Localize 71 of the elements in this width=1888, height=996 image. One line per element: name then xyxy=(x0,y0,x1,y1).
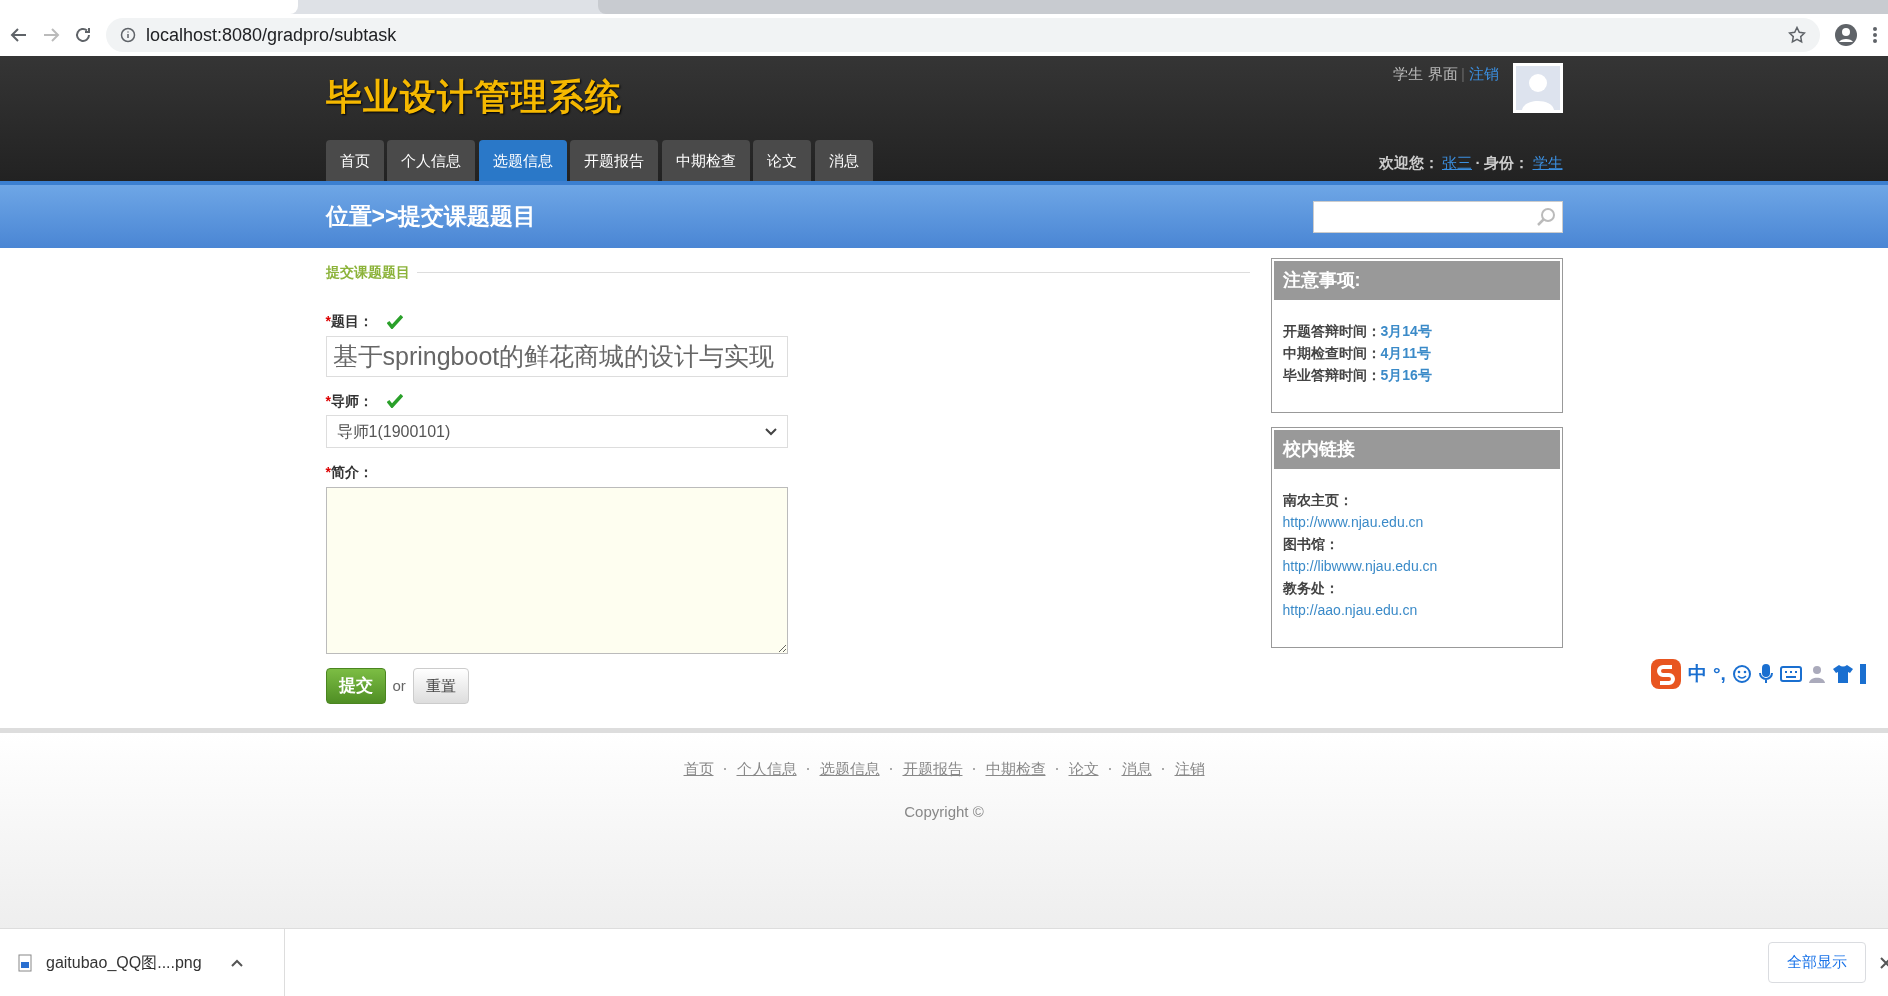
separator: · xyxy=(1475,152,1481,173)
panel-header: 注意事项: xyxy=(1273,261,1560,300)
nav-tab[interactable]: 论文 xyxy=(753,139,811,181)
close-icon[interactable] xyxy=(1880,955,1888,970)
avatar-icon xyxy=(1512,63,1563,113)
date-label: 中期检查时间： xyxy=(1282,345,1381,361)
ime-punctuation-label[interactable]: °, xyxy=(1713,659,1726,689)
microphone-icon[interactable] xyxy=(1757,663,1774,685)
date-value: 4月11号 xyxy=(1380,345,1432,361)
welcome-label: 欢迎您： xyxy=(1378,152,1439,173)
nav-tab[interactable]: 个人信息 xyxy=(387,139,475,181)
school-link[interactable]: http://aao.njau.edu.cn xyxy=(1282,602,1418,618)
date-value: 5月16号 xyxy=(1380,367,1432,383)
nav-tab[interactable]: 中期检查 xyxy=(661,139,750,181)
footer-link[interactable]: 首页 xyxy=(683,757,714,780)
footer-link[interactable]: 选题信息 xyxy=(819,757,880,780)
field-label: *导师： xyxy=(325,391,373,411)
footer-link[interactable]: 个人信息 xyxy=(736,757,797,780)
nav-tab[interactable]: 开题报告 xyxy=(570,139,658,181)
caret-icon[interactable] xyxy=(229,957,244,968)
nav-tab[interactable]: 首页 xyxy=(325,139,384,181)
user-name-link[interactable]: 张三 xyxy=(1442,151,1472,174)
field-label: *题目： xyxy=(325,312,373,331)
date-label: 开题答辩时间： xyxy=(1282,323,1381,339)
footer-link[interactable]: 论文 xyxy=(1068,757,1099,780)
footer-link[interactable]: 注销 xyxy=(1174,757,1205,780)
footer-link[interactable]: 消息 xyxy=(1121,757,1152,780)
submit-button[interactable]: 提交 xyxy=(325,668,386,704)
logout-link[interactable]: 注销 xyxy=(1468,63,1499,86)
smiley-icon[interactable] xyxy=(1731,664,1752,684)
search-field[interactable] xyxy=(1312,200,1563,233)
account-icon[interactable] xyxy=(1834,23,1858,47)
breadcrumb-title: 位置>>提交课题题目 xyxy=(325,202,537,232)
date-label: 毕业答辩时间： xyxy=(1282,367,1381,383)
ime-logo-icon[interactable] xyxy=(1650,658,1682,690)
ime-mode-label[interactable]: 中 xyxy=(1688,659,1707,689)
link-label: 教务处： xyxy=(1282,579,1340,598)
advisor-select[interactable]: 导师1(1900101) xyxy=(325,415,788,448)
panel-header: 校内链接 xyxy=(1273,430,1560,469)
download-file-name[interactable]: gaitubao_QQ图....png xyxy=(46,950,202,975)
address-bar[interactable]: localhost:8080/gradpro/subtask xyxy=(106,18,1820,52)
title-input[interactable]: 基于springboot的鲜花商城的设计与实现 xyxy=(325,335,788,377)
school-link[interactable]: http://libwww.njau.edu.cn xyxy=(1282,558,1438,574)
shirt-icon[interactable] xyxy=(1831,664,1854,684)
footer-link[interactable]: 开题报告 xyxy=(902,757,963,780)
field-label: *简介： xyxy=(325,463,373,482)
date-value: 3月14号 xyxy=(1380,323,1432,339)
show-all-button[interactable]: 全部显示 xyxy=(1768,942,1866,983)
link-label: 南农主页： xyxy=(1282,491,1354,510)
role-label: 身份： xyxy=(1484,152,1529,173)
menu-icon[interactable] xyxy=(1872,26,1878,44)
nav-tab[interactable]: 消息 xyxy=(814,139,873,181)
footer-link[interactable]: 中期检查 xyxy=(985,757,1046,780)
separator: | xyxy=(1461,64,1465,84)
chevron-down-icon[interactable] xyxy=(764,427,777,436)
star-icon[interactable] xyxy=(1788,26,1806,44)
info-icon[interactable] xyxy=(120,27,136,43)
file-icon xyxy=(18,953,32,972)
or-label: or xyxy=(392,675,406,696)
copyright-text: Copyright © xyxy=(904,802,984,822)
back-icon[interactable] xyxy=(10,26,28,44)
role-link[interactable]: 学生 xyxy=(1532,151,1563,174)
reload-icon[interactable] xyxy=(74,26,92,44)
link-label: 图书馆： xyxy=(1282,535,1340,554)
site-title: 毕业设计管理系统 xyxy=(325,75,623,119)
school-link[interactable]: http://www.njau.edu.cn xyxy=(1282,514,1424,530)
section-title: 提交课题题目 xyxy=(325,263,410,282)
keyboard-icon[interactable] xyxy=(1779,666,1802,682)
nav-tab[interactable]: 选题信息 xyxy=(478,139,567,181)
user-role-label: 学生 界面 xyxy=(1393,64,1458,84)
reset-button[interactable]: 重置 xyxy=(412,667,469,704)
